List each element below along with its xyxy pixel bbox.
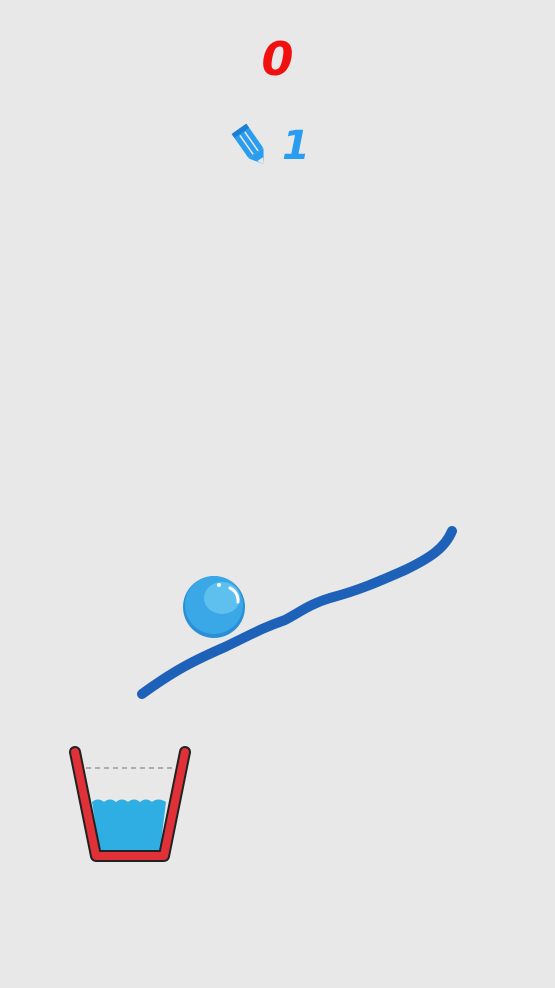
- game-scene[interactable]: [0, 0, 555, 988]
- game-stage[interactable]: 0 1: [0, 0, 555, 988]
- cup-water: [92, 799, 166, 851]
- water-ball: [183, 576, 245, 638]
- target-cup: [69, 746, 191, 862]
